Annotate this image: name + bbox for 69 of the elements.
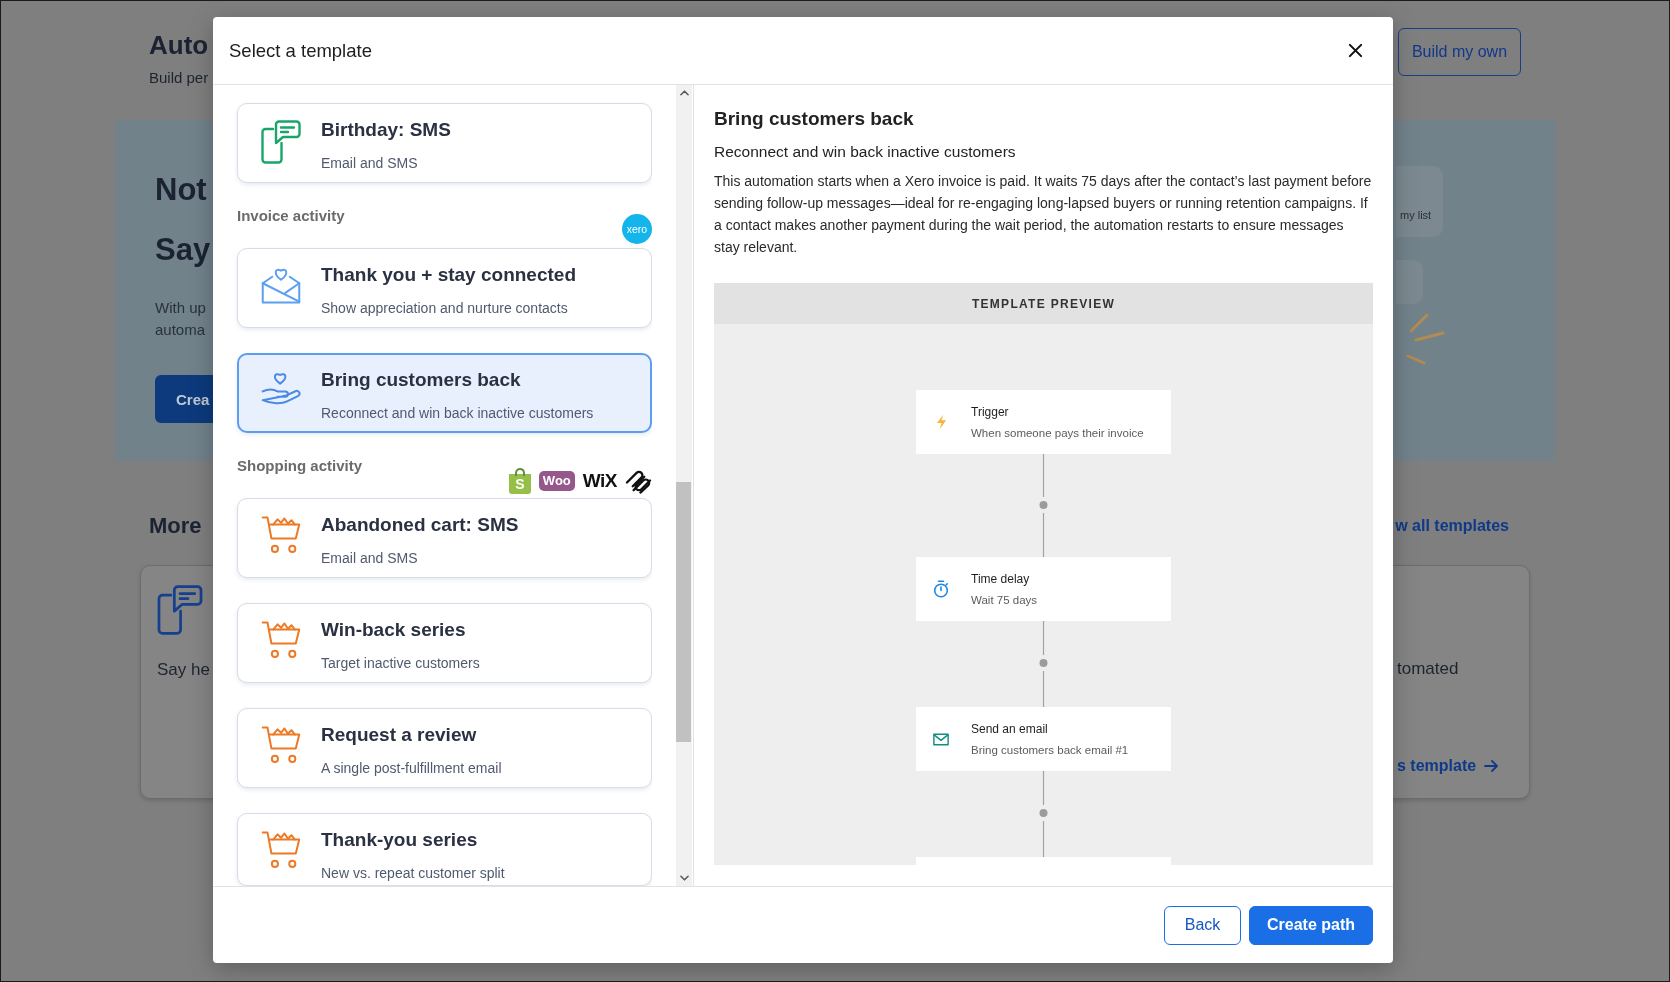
woo-logo: Woo — [538, 471, 575, 491]
create-button[interactable]: Create path — [1249, 905, 1373, 945]
node-subtitle: Bring customers back email #1 — [971, 742, 1129, 758]
cart-icon — [261, 515, 301, 555]
detail-title: Bring customers back — [714, 107, 915, 131]
modal-title: Select a template — [229, 38, 372, 63]
node-title: Time delay — [971, 570, 1031, 587]
card-subtitle: Show appreciation and nurture contacts — [321, 300, 569, 316]
card-subtitle: Target inactive customers — [321, 655, 480, 671]
preview-header: TEMPLATE PREVIEW — [714, 283, 1373, 324]
back-button[interactable]: Back — [1164, 905, 1241, 945]
hero-heading: Not — [155, 171, 207, 209]
node-subtitle: Wait 75 days — [971, 592, 1038, 608]
template-card[interactable]: Abandoned cart: SMS Email and SMS — [237, 498, 652, 578]
card-title: Request a review — [321, 723, 478, 747]
card-title: Bring customers back — [321, 368, 522, 392]
looped-lines-icon — [625, 468, 652, 494]
node-subtitle: When someone pays their invoice — [971, 425, 1144, 441]
card-subtitle: A single post-fulfillment email — [321, 760, 502, 776]
card-title: Win-back series — [321, 618, 467, 642]
hand-heart-icon — [261, 370, 301, 406]
card-subtitle: Reconnect and win back inactive customers — [321, 405, 594, 421]
card-title: Say he — [157, 659, 210, 681]
scrollbar[interactable] — [676, 85, 692, 886]
detail-subtitle: Reconnect and win back inactive customers — [714, 142, 1017, 162]
page-subtitle: Build per — [149, 68, 209, 88]
bag-logo: S — [508, 468, 531, 494]
chevron-up-icon[interactable] — [679, 90, 689, 96]
template-card[interactable]: Bring customers back Reconnect and win back inactive customers — [237, 353, 652, 433]
card-subtitle: New vs. repeat customer split — [321, 865, 505, 881]
phone-chat-icon — [261, 120, 301, 164]
detail-description: This automation starts when a Xero invoice is paid. It waits 75 days after the contact’s last payment before sending follow-up messages—ideal for re-engaging long-lapsed buyers or running retention campaigns. If a contact makes another payment during the wait period, the automation restarts to ensure messages stay relevant. — [714, 172, 1373, 257]
card-subtitle: Email and SMS — [321, 550, 419, 566]
xero-logo: xero — [622, 214, 652, 244]
node-title: Trigger — [971, 403, 1010, 420]
cart-icon — [261, 725, 301, 765]
envelope-icon — [933, 732, 949, 746]
template-card[interactable]: Win-back series Target inactive customers — [237, 603, 652, 683]
card-title: Thank-you series — [321, 828, 479, 852]
template-card[interactable]: Request a review A single post-fulfillment email — [237, 708, 652, 788]
close-icon — [1347, 43, 1363, 58]
lightning-bolt-icon — [935, 414, 947, 430]
arrow-right-icon — [1484, 759, 1499, 773]
section-label: Invoice activity — [237, 206, 345, 226]
hero-text: With up — [155, 298, 206, 318]
node-title: Send an email — [971, 720, 1049, 737]
template-card[interactable]: Thank you + stay connected Show appreciation and nurture contacts — [237, 248, 652, 328]
burst-icon — [1405, 312, 1446, 366]
scrollbar-thumb[interactable] — [676, 482, 691, 742]
card-subtitle: Email and SMS — [321, 155, 419, 171]
card-title: Thank you + stay connected — [321, 263, 576, 287]
template-card[interactable]: Thank-you series New vs. repeat customer split — [237, 813, 652, 886]
card-title: tomated — [1397, 658, 1459, 680]
hero-heading: Say — [155, 231, 211, 269]
cart-icon — [261, 620, 301, 660]
cart-icon — [261, 830, 301, 870]
section-label: Shopping activity — [237, 456, 362, 476]
phone-chat-icon — [157, 585, 203, 635]
stopwatch-icon — [933, 580, 949, 598]
template-card[interactable]: Birthday: SMS Email and SMS — [237, 103, 652, 183]
page-title: Auto — [149, 29, 209, 62]
hero-button[interactable]: Crea — [155, 375, 213, 423]
chevron-down-icon[interactable] — [679, 875, 689, 881]
wix-logo: WiX — [582, 470, 617, 492]
hero-text: automa — [155, 320, 206, 340]
mini-card: my list — [1396, 166, 1443, 237]
card-title: Abandoned cart: SMS — [321, 513, 519, 537]
section-heading: More — [149, 512, 202, 540]
card-title: Birthday: SMS — [321, 118, 451, 142]
